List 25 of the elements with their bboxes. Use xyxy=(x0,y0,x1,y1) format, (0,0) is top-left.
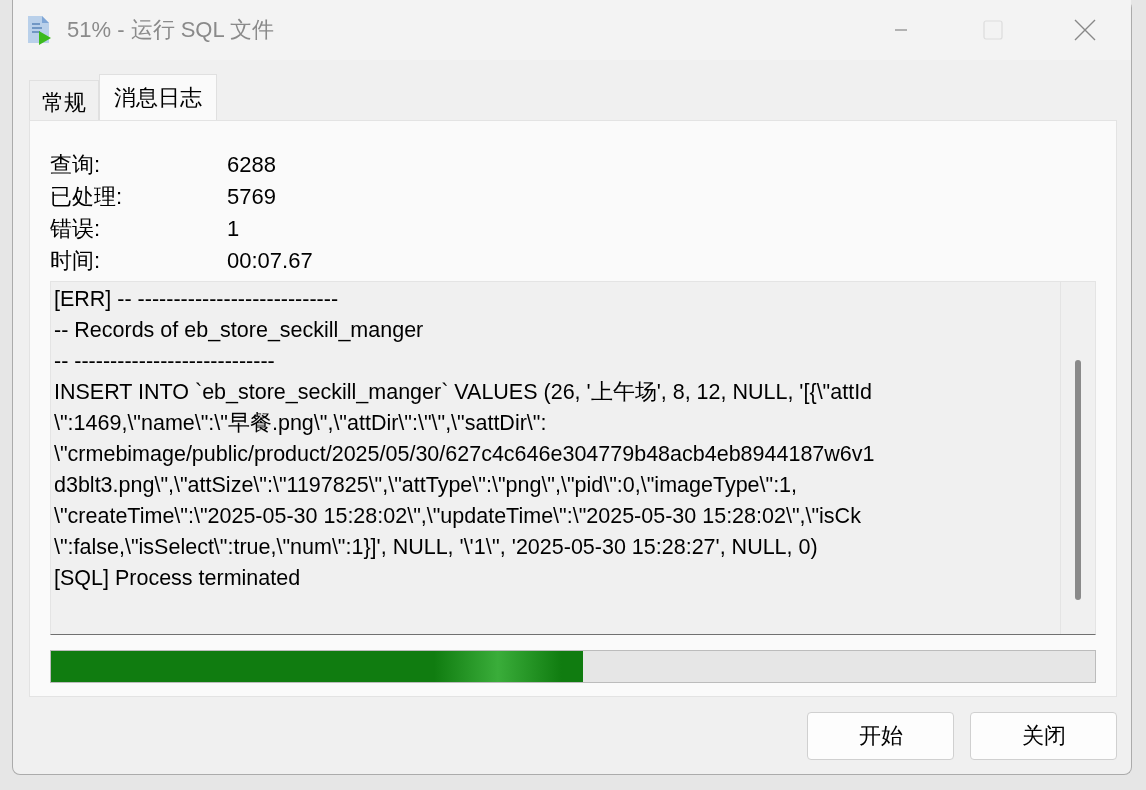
stat-label: 错误: xyxy=(50,215,101,243)
log-line: \"createTime\":\"2025-05-30 15:28:02\",\"updateTime\":\"2025-05-30 15:28:02\",\"isCk xyxy=(54,503,862,530)
log-line: \"crmebimage/public/product/2025/05/30/627c4c646e304779b48acb4eb8944187w6v1 xyxy=(54,441,876,468)
stat-value: 5769 xyxy=(227,183,276,211)
log-line: \":1469,\"name\":\"早餐.png\",\"attDir\":\"\",\"sattDir\": xyxy=(54,410,548,437)
stat-label: 时间: xyxy=(50,247,101,275)
dialog-button[interactable]: 关闭 xyxy=(970,712,1117,760)
stat-value: 6288 xyxy=(227,151,276,179)
dialog-button[interactable]: 开始 xyxy=(807,712,954,760)
log-line: \":false,\"isSelect\":true,\"num\":1}]', NULL, '\'1\'', '2025-05-30 15:28:27', NULL, 0) xyxy=(54,534,819,561)
stat-value: 1 xyxy=(227,215,240,243)
window-title: 51% - 运行 SQL 文件 xyxy=(67,16,274,44)
log-line: [SQL] Process terminated xyxy=(54,565,302,592)
log-line: d3blt3.png\",\"attSize\":\"1197825\",\"attType\":\"png\",\"pid\":0,\"imageType\":1, xyxy=(54,472,799,499)
stat-label: 已处理: xyxy=(50,183,123,211)
log-line: [ERR] -- ---------------------------- xyxy=(54,286,340,313)
log-line: -- ---------------------------- xyxy=(54,348,276,375)
stat-value: 00:07.67 xyxy=(227,247,313,275)
tab[interactable]: 消息日志 xyxy=(99,74,217,120)
close-icon xyxy=(1074,19,1096,41)
log-line: -- Records of eb_store_seckill_manger xyxy=(54,317,425,344)
file-run-icon xyxy=(26,14,52,46)
log-line: INSERT INTO `eb_store_seckill_manger` VALUES (26, '上午场', 8, 12, NULL, '[{\"attId xyxy=(54,379,874,406)
stat-label: 查询: xyxy=(50,151,101,179)
tab[interactable]: 常规 xyxy=(29,80,99,120)
